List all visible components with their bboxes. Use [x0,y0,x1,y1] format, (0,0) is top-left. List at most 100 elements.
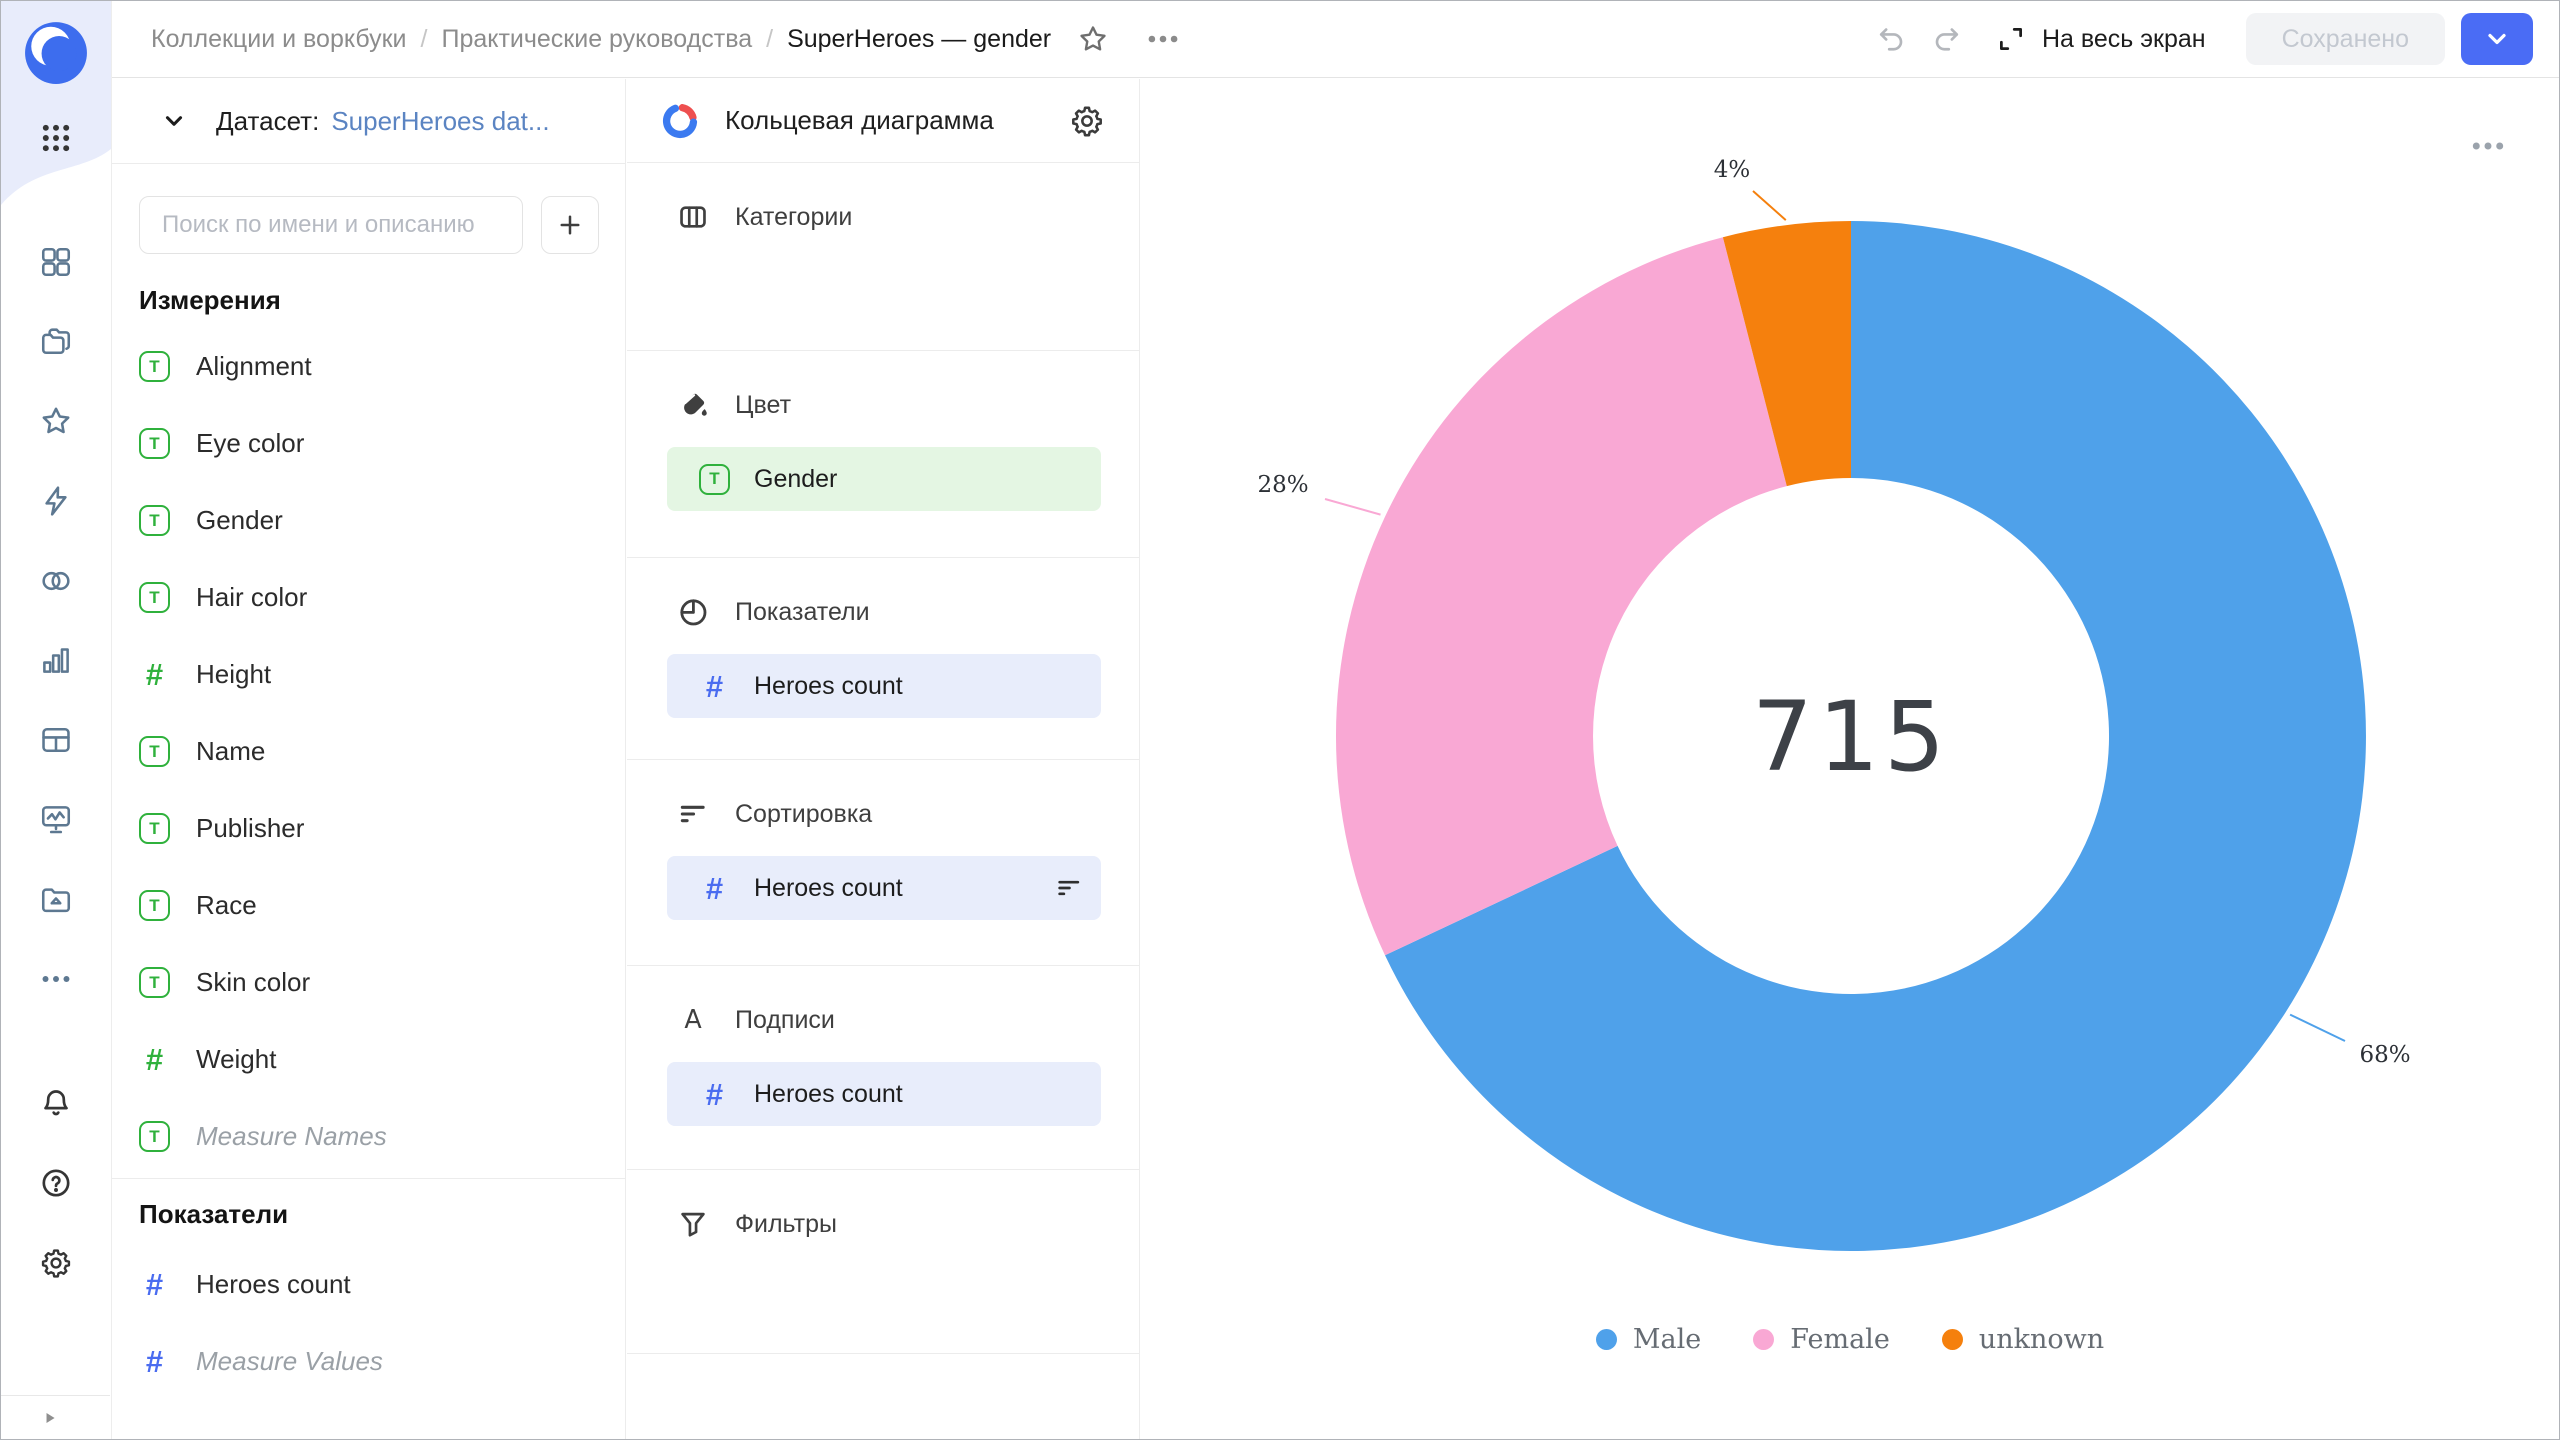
labels-field-chip[interactable]: # Heroes count [667,1062,1101,1126]
dataset-collapse-icon[interactable] [160,107,188,135]
number-field-type-icon: # [139,659,170,690]
charts-icon[interactable] [34,638,78,682]
chart-area: 68%28%4% 715 Male Female unknown [1141,79,2559,1439]
dimensions-section-title: Измерения [139,272,599,328]
section-categories[interactable]: Категории [627,163,1139,351]
field-row-hair-color[interactable]: THair color [139,559,599,636]
undo-icon[interactable] [1876,23,1908,55]
categories-icon [677,201,709,233]
favorites-icon [39,404,73,438]
sort-section-label: Сортировка [735,800,872,829]
help-icon[interactable] [34,1161,78,1205]
fullscreen-label[interactable]: На весь экран [2042,25,2206,54]
save-dropdown-button[interactable] [2461,13,2533,65]
color-field-chip[interactable]: T Gender [667,447,1101,511]
fields-list: Измерения TAlignmentTEye colorTGenderTHa… [112,254,625,1400]
breadcrumb-separator: / [766,25,773,54]
apps-grid-icon[interactable] [34,116,78,160]
sidebar-expand-button[interactable] [1,1395,110,1439]
field-row-alignment[interactable]: TAlignment [139,328,599,405]
sort-direction-icon[interactable] [1055,874,1083,902]
donut-label-leader-line [1753,191,1786,220]
field-row-weight[interactable]: #Weight [139,1021,599,1098]
svg-text:A: A [684,1004,702,1034]
donut-chart-type-icon[interactable] [661,102,699,140]
legend-item-male[interactable]: Male [1596,1324,1701,1355]
number-field-type-icon: # [699,671,730,702]
connections-icon[interactable] [34,559,78,603]
more-menu-icon[interactable] [1145,21,1181,57]
field-row-publisher[interactable]: TPublisher [139,790,599,867]
quick-actions-icon[interactable] [34,479,78,523]
number-field-type-icon: # [699,1079,730,1110]
field-label: Alignment [196,351,312,382]
dataset-name-link[interactable]: SuperHeroes dat... [331,106,549,137]
field-row-skin-color[interactable]: TSkin color [139,944,599,1021]
field-label: Height [196,659,271,690]
color-section-label: Цвет [735,391,791,420]
field-row-heroes-count[interactable]: #Heroes count [139,1246,599,1323]
sort-icon [677,798,709,830]
field-row-measure-values[interactable]: # Measure Values [139,1323,599,1400]
field-row-race[interactable]: T Race [139,867,599,944]
labels-field-label: Heroes count [754,1080,903,1109]
dashboards-icon[interactable] [34,797,78,841]
field-row-gender[interactable]: TGender [139,482,599,559]
field-row-height[interactable]: # Height [139,636,599,713]
saved-button[interactable]: Сохранено [2246,13,2445,65]
donut-slice-female[interactable] [1336,237,1787,955]
breadcrumb-current-chart: SuperHeroes — gender [787,25,1051,54]
field-label: Weight [196,1044,276,1075]
section-filters[interactable]: Фильтры [627,1170,1139,1354]
notifications-icon[interactable] [34,1081,78,1125]
section-sort: Сортировка # Heroes count [627,760,1139,966]
breadcrumb-collections[interactable]: Коллекции и воркбуки [151,25,407,54]
field-label: Publisher [196,813,304,844]
color-field-label: Gender [754,465,837,494]
datasets-icon[interactable] [34,718,78,762]
field-label: Eye color [196,428,304,459]
donut-percent-label-male: 68% [2359,1042,2410,1068]
field-label: Race [196,890,257,921]
more-icon[interactable] [34,957,78,1001]
breadcrumb-guides[interactable]: Практические руководства [441,25,752,54]
text-field-type-icon: T [139,428,170,459]
measure-field-chip[interactable]: # Heroes count [667,654,1101,718]
field-label: Measure Values [196,1346,383,1377]
measures-pie-icon [677,596,709,628]
number-field-type-icon: # [139,1346,170,1377]
fullscreen-icon[interactable] [1996,24,2026,54]
collections-icon[interactable] [34,240,78,284]
measures-section-label: Показатели [735,598,870,627]
chart-type-label[interactable]: Кольцевая диаграмма [725,105,994,136]
donut-chart: 68%28%4% 715 [1141,79,2560,1299]
datalens-logo-icon[interactable] [23,20,89,86]
add-field-button[interactable] [541,196,599,254]
legend-item-female[interactable]: Female [1753,1324,1890,1355]
connections-icon [39,564,73,598]
settings-icon[interactable] [34,1241,78,1285]
field-label: Name [196,736,265,767]
storage-icon [39,882,73,916]
field-label: Skin color [196,967,310,998]
labels-a-icon: A [677,1004,709,1036]
redo-icon[interactable] [1930,23,1962,55]
labels-section-label: Подписи [735,1006,835,1035]
visualization-panel: Кольцевая диаграмма Категории Цвет T Gen… [627,79,1140,1439]
donut-percent-label-unknown: 4% [1714,157,1751,183]
legend-item-unknown[interactable]: unknown [1942,1324,2104,1355]
field-search-input[interactable] [139,196,523,254]
field-label: Measure Names [196,1121,387,1152]
field-row-eye-color[interactable]: T Eye color [139,405,599,482]
workbooks-icon[interactable] [34,319,78,363]
sort-field-chip[interactable]: # Heroes count [667,856,1101,920]
favorites-icon[interactable] [34,399,78,443]
storage-icon[interactable] [34,877,78,921]
settings-icon [39,1246,73,1280]
field-row-measure-names[interactable]: TMeasure Names [139,1098,599,1175]
text-field-type-icon: T [139,890,170,921]
section-color: Цвет T Gender [627,351,1139,558]
favorite-star-icon[interactable] [1077,23,1109,55]
chart-settings-gear-icon[interactable] [1069,103,1105,139]
field-row-name[interactable]: TName [139,713,599,790]
